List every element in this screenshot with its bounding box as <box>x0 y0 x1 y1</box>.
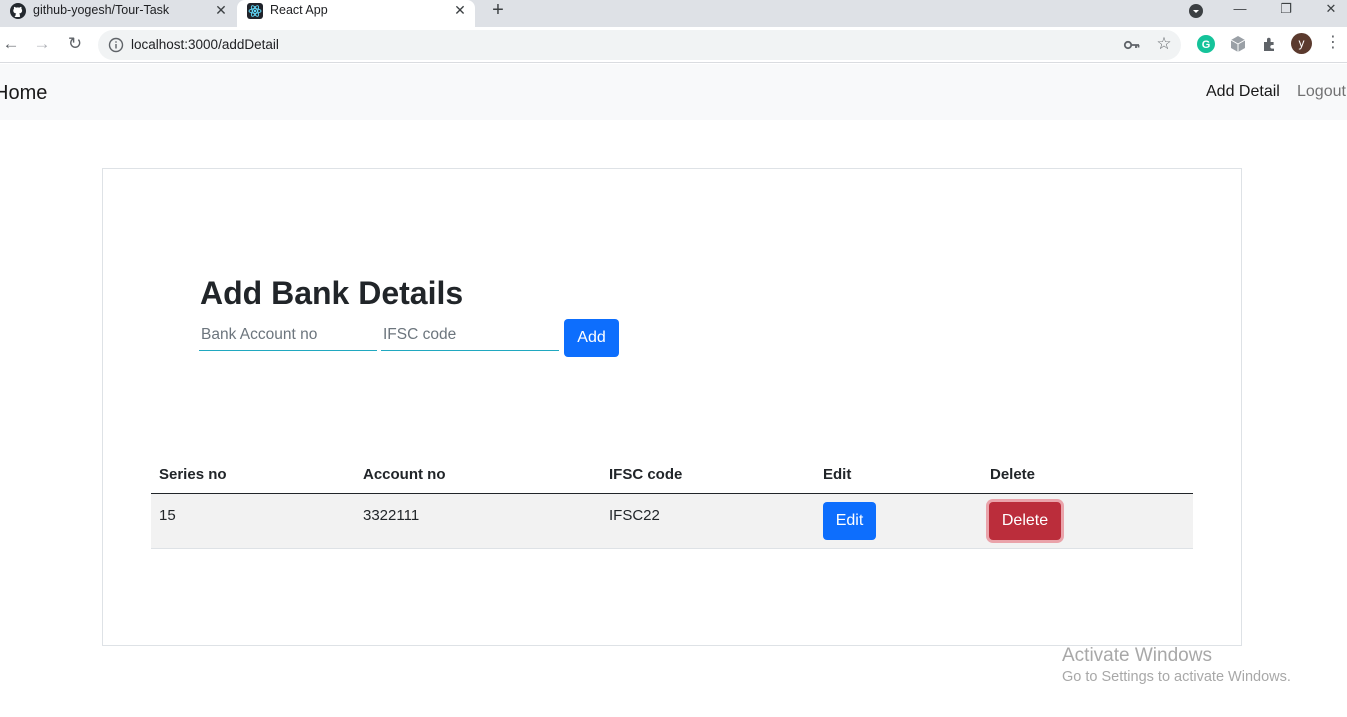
star-icon[interactable]: ☆ <box>1155 35 1173 53</box>
info-icon <box>108 37 124 53</box>
cell-ifsc-code: IFSC22 <box>609 507 660 524</box>
cell-series-no: 15 <box>159 507 176 524</box>
tab-search-chevron-icon[interactable] <box>1186 2 1206 24</box>
url-text: localhost:3000/addDetail <box>131 37 279 52</box>
activate-windows-title: Activate Windows <box>1062 645 1212 666</box>
reload-icon[interactable]: ↻ <box>64 33 86 55</box>
bank-account-input[interactable] <box>199 319 377 351</box>
grammarly-icon[interactable]: G <box>1196 34 1216 54</box>
column-header-delete: Delete <box>990 466 1036 483</box>
profile-avatar[interactable]: y <box>1291 33 1312 54</box>
column-header-edit: Edit <box>823 466 852 483</box>
svg-text:G: G <box>1202 39 1211 51</box>
delete-button[interactable]: Delete <box>989 502 1061 540</box>
bank-details-card: Add Bank Details Add Series no Account n… <box>102 168 1242 646</box>
nav-link-logout[interactable]: Logout <box>1297 83 1346 101</box>
browser-tab-github[interactable]: github-yogesh/Tour-Task ✕ <box>0 0 236 27</box>
browser-tab-strip: github-yogesh/Tour-Task ✕ React App ✕ + … <box>0 0 1347 27</box>
table-row: 15 3322111 IFSC22 Edit Delete <box>151 494 1193 549</box>
new-tab-plus-icon[interactable]: + <box>488 0 508 21</box>
key-icon[interactable] <box>1123 36 1141 54</box>
browser-tab-react-app[interactable]: React App ✕ <box>237 0 475 27</box>
navbar-brand-home[interactable]: Home <box>0 82 47 105</box>
forward-arrow-icon[interactable]: → <box>31 33 53 55</box>
app-navbar: Home Add Detail Logout <box>0 64 1347 120</box>
tab-title: github-yogesh/Tour-Task <box>33 3 170 17</box>
page-title: Add Bank Details <box>200 275 464 311</box>
column-header-account-no: Account no <box>363 466 446 483</box>
ifsc-code-input[interactable] <box>381 319 559 351</box>
column-header-series-no: Series no <box>159 466 227 483</box>
kebab-menu-icon[interactable]: ⋮ <box>1324 33 1342 53</box>
cube-extension-icon[interactable] <box>1228 34 1248 54</box>
tab-title: React App <box>270 3 328 17</box>
puzzle-extensions-icon[interactable] <box>1260 34 1280 54</box>
close-icon[interactable]: ✕ <box>452 2 468 18</box>
close-icon[interactable]: ✕ <box>213 2 229 18</box>
column-header-ifsc-code: IFSC code <box>609 466 683 483</box>
browser-toolbar: ← → ↻ localhost:3000/addDetail ☆ G y ⋮ <box>0 27 1347 63</box>
edit-button[interactable]: Edit <box>823 502 876 540</box>
activate-windows-subtitle: Go to Settings to activate Windows. <box>1062 669 1291 685</box>
add-button[interactable]: Add <box>564 319 619 357</box>
window-close-icon[interactable]: ✕ <box>1323 0 1339 22</box>
nav-link-add-detail[interactable]: Add Detail <box>1206 83 1280 101</box>
github-icon <box>10 3 26 19</box>
back-arrow-icon[interactable]: ← <box>0 33 22 55</box>
address-bar[interactable]: localhost:3000/addDetail ☆ <box>98 30 1181 60</box>
cell-account-no: 3322111 <box>363 507 420 524</box>
minimize-icon[interactable]: — <box>1232 0 1248 22</box>
restore-icon[interactable]: ❐ <box>1278 0 1294 22</box>
react-icon <box>247 3 263 19</box>
